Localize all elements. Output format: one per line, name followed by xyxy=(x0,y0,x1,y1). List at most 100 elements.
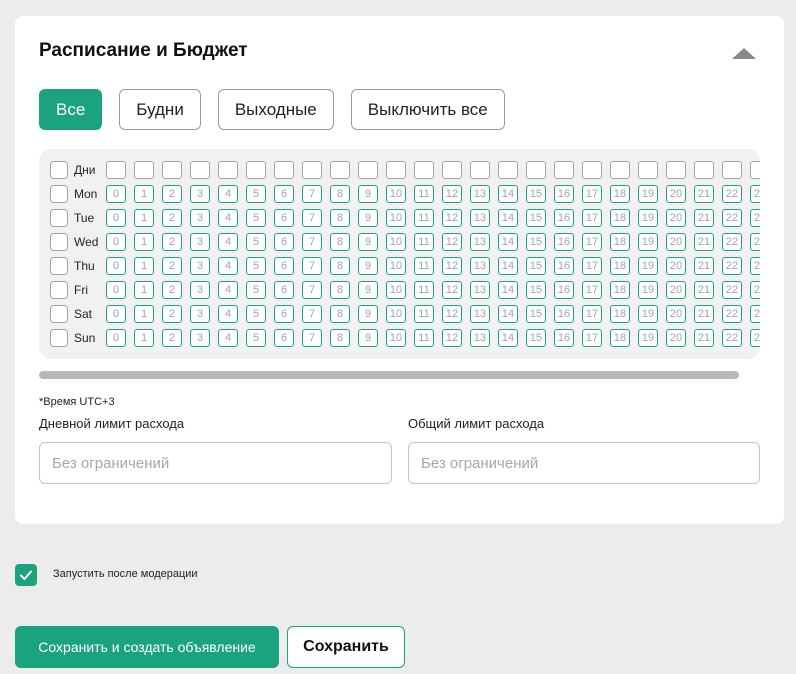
select-all-checkbox[interactable] xyxy=(50,161,68,179)
hour-cell[interactable]: 9 xyxy=(358,281,378,299)
hour-cell[interactable]: 9 xyxy=(358,329,378,347)
hour-cell[interactable]: 22 xyxy=(722,329,742,347)
hour-cell[interactable]: 19 xyxy=(638,329,658,347)
hour-cell[interactable]: 7 xyxy=(302,257,322,275)
hour-cell[interactable]: 14 xyxy=(498,209,518,227)
hour-column-checkbox[interactable] xyxy=(582,161,602,179)
hour-cell[interactable]: 15 xyxy=(526,233,546,251)
hour-cell[interactable]: 4 xyxy=(218,209,238,227)
day-row-checkbox[interactable] xyxy=(50,209,68,227)
hour-column-checkbox[interactable] xyxy=(666,161,686,179)
hour-cell[interactable]: 14 xyxy=(498,305,518,323)
hour-cell[interactable]: 11 xyxy=(414,209,434,227)
hour-cell[interactable]: 20 xyxy=(666,305,686,323)
hour-cell[interactable]: 19 xyxy=(638,281,658,299)
hour-cell[interactable]: 6 xyxy=(274,185,294,203)
hour-cell[interactable]: 4 xyxy=(218,257,238,275)
hour-cell[interactable]: 12 xyxy=(442,305,462,323)
hour-cell[interactable]: 15 xyxy=(526,185,546,203)
hour-cell[interactable]: 12 xyxy=(442,257,462,275)
hour-cell[interactable]: 9 xyxy=(358,185,378,203)
hour-cell[interactable]: 22 xyxy=(722,257,742,275)
filter-all-button[interactable]: Все xyxy=(39,89,103,130)
hour-cell[interactable]: 2 xyxy=(162,257,182,275)
hour-cell[interactable]: 17 xyxy=(582,185,602,203)
hour-cell[interactable]: 13 xyxy=(470,185,490,203)
hour-cell[interactable]: 11 xyxy=(414,329,434,347)
hour-cell[interactable]: 5 xyxy=(246,233,266,251)
filter-weekdays-button[interactable]: Будни xyxy=(119,89,201,130)
hour-cell[interactable]: 14 xyxy=(498,281,518,299)
hour-cell[interactable]: 23 xyxy=(750,329,760,347)
hour-cell[interactable]: 12 xyxy=(442,233,462,251)
hour-cell[interactable]: 1 xyxy=(134,209,154,227)
hour-cell[interactable]: 11 xyxy=(414,281,434,299)
hour-cell[interactable]: 21 xyxy=(694,209,714,227)
hour-cell[interactable]: 15 xyxy=(526,257,546,275)
hour-cell[interactable]: 7 xyxy=(302,185,322,203)
hour-cell[interactable]: 13 xyxy=(470,329,490,347)
hour-cell[interactable]: 6 xyxy=(274,305,294,323)
hour-cell[interactable]: 3 xyxy=(190,233,210,251)
hour-cell[interactable]: 12 xyxy=(442,329,462,347)
hour-column-checkbox[interactable] xyxy=(610,161,630,179)
hour-cell[interactable]: 0 xyxy=(106,329,126,347)
hour-cell[interactable]: 11 xyxy=(414,305,434,323)
hour-cell[interactable]: 0 xyxy=(106,209,126,227)
hour-cell[interactable]: 6 xyxy=(274,281,294,299)
hour-cell[interactable]: 20 xyxy=(666,209,686,227)
hour-cell[interactable]: 3 xyxy=(190,329,210,347)
hour-cell[interactable]: 3 xyxy=(190,185,210,203)
hour-cell[interactable]: 8 xyxy=(330,329,350,347)
hour-cell[interactable]: 18 xyxy=(610,281,630,299)
hour-cell[interactable]: 7 xyxy=(302,329,322,347)
hour-cell[interactable]: 9 xyxy=(358,209,378,227)
hour-cell[interactable]: 21 xyxy=(694,233,714,251)
hour-cell[interactable]: 4 xyxy=(218,329,238,347)
scrollbar-thumb[interactable] xyxy=(39,371,739,379)
hour-cell[interactable]: 10 xyxy=(386,185,406,203)
hour-cell[interactable]: 22 xyxy=(722,209,742,227)
hour-cell[interactable]: 2 xyxy=(162,281,182,299)
hour-cell[interactable]: 22 xyxy=(722,305,742,323)
hour-cell[interactable]: 19 xyxy=(638,209,658,227)
hour-cell[interactable]: 18 xyxy=(610,257,630,275)
hour-cell[interactable]: 16 xyxy=(554,209,574,227)
hour-cell[interactable]: 19 xyxy=(638,305,658,323)
hour-cell[interactable]: 22 xyxy=(722,281,742,299)
hour-column-checkbox[interactable] xyxy=(526,161,546,179)
hour-cell[interactable]: 10 xyxy=(386,329,406,347)
hour-cell[interactable]: 20 xyxy=(666,329,686,347)
hour-cell[interactable]: 13 xyxy=(470,257,490,275)
hour-cell[interactable]: 17 xyxy=(582,305,602,323)
hour-cell[interactable]: 0 xyxy=(106,305,126,323)
hour-cell[interactable]: 20 xyxy=(666,281,686,299)
hour-column-checkbox[interactable] xyxy=(554,161,574,179)
hour-column-checkbox[interactable] xyxy=(330,161,350,179)
hour-column-checkbox[interactable] xyxy=(470,161,490,179)
hour-column-checkbox[interactable] xyxy=(218,161,238,179)
hour-cell[interactable]: 13 xyxy=(470,209,490,227)
hour-cell[interactable]: 13 xyxy=(470,233,490,251)
hour-cell[interactable]: 2 xyxy=(162,209,182,227)
hour-cell[interactable]: 8 xyxy=(330,185,350,203)
hour-cell[interactable]: 7 xyxy=(302,305,322,323)
save-button[interactable]: Сохранить xyxy=(287,626,405,668)
hour-cell[interactable]: 7 xyxy=(302,209,322,227)
hour-cell[interactable]: 23 xyxy=(750,209,760,227)
hour-cell[interactable]: 23 xyxy=(750,185,760,203)
hour-cell[interactable]: 2 xyxy=(162,233,182,251)
hour-cell[interactable]: 9 xyxy=(358,305,378,323)
hour-cell[interactable]: 10 xyxy=(386,281,406,299)
hour-cell[interactable]: 5 xyxy=(246,209,266,227)
hour-cell[interactable]: 0 xyxy=(106,233,126,251)
hour-cell[interactable]: 19 xyxy=(638,233,658,251)
hour-cell[interactable]: 12 xyxy=(442,185,462,203)
hour-column-checkbox[interactable] xyxy=(246,161,266,179)
disable-all-button[interactable]: Выключить все xyxy=(350,89,505,130)
hour-cell[interactable]: 3 xyxy=(190,257,210,275)
hour-cell[interactable]: 1 xyxy=(134,257,154,275)
hour-cell[interactable]: 21 xyxy=(694,305,714,323)
hour-column-checkbox[interactable] xyxy=(722,161,742,179)
hour-cell[interactable]: 14 xyxy=(498,329,518,347)
